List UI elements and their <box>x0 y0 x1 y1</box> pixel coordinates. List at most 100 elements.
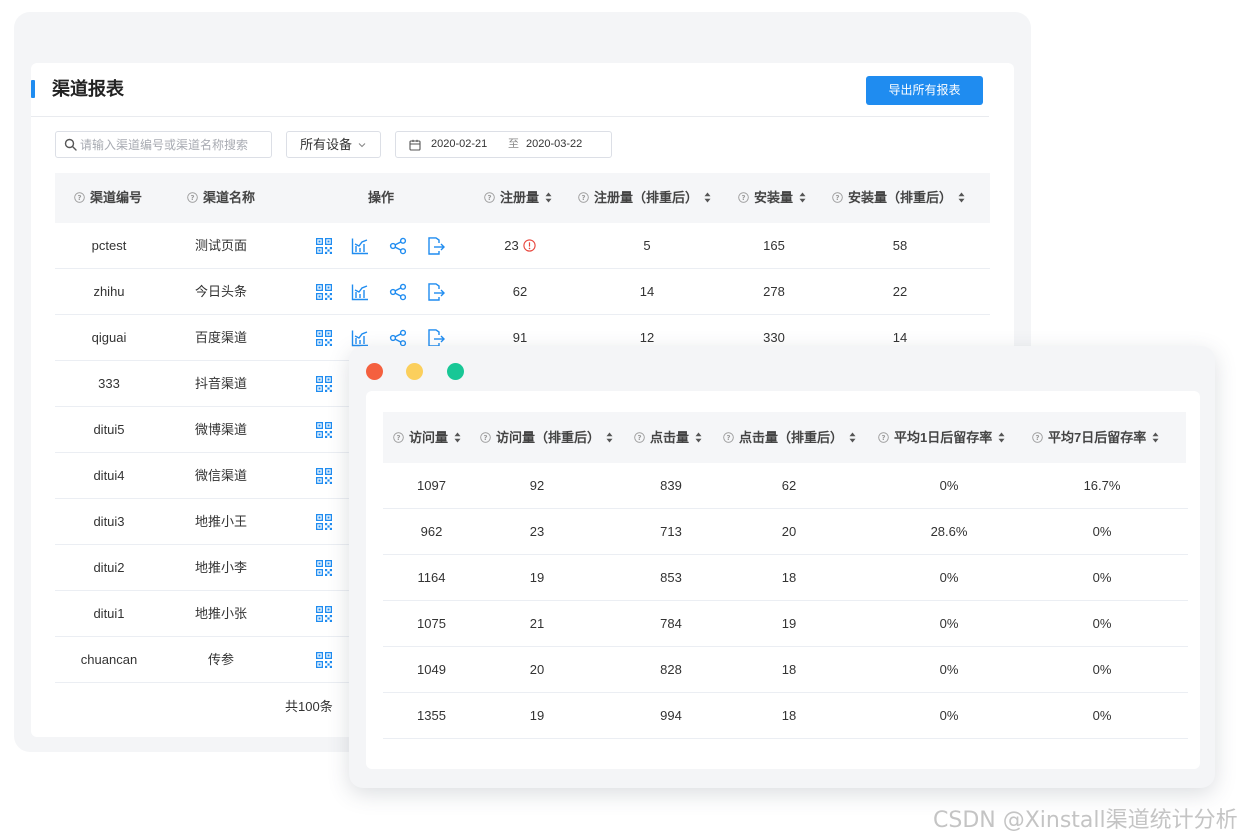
export-icon[interactable] <box>427 283 445 301</box>
help-icon: ? <box>393 432 404 443</box>
channel-name-cell: 微博渠道 <box>194 422 247 437</box>
channel-name-cell: 微信渠道 <box>194 468 247 483</box>
retention-1d-cell: 0% <box>939 662 959 677</box>
svg-text:?: ? <box>881 434 885 442</box>
window-minimize-dot[interactable] <box>406 363 423 380</box>
channel-name-cell: 地推小王 <box>194 514 247 529</box>
device-select[interactable]: 所有设备 <box>286 131 381 158</box>
qrcode-icon[interactable] <box>315 421 333 439</box>
svg-text:?: ? <box>190 194 194 202</box>
retention-7d-cell: 0% <box>1092 524 1112 539</box>
watermark: CSDN @Xinstall渠道统计分析 <box>933 808 1238 833</box>
visits-cell: 962 <box>420 524 443 539</box>
col-header-retention-1d[interactable]: ? 平均1日后留存率 <box>878 412 1005 463</box>
sort-icon[interactable] <box>998 432 1005 443</box>
sort-icon[interactable] <box>958 192 965 203</box>
window-maximize-dot[interactable] <box>447 363 464 380</box>
register-dedup-cell: 14 <box>639 284 655 299</box>
visits-dedup-cell: 19 <box>529 570 545 585</box>
col-header-code[interactable]: ? 渠道编号 <box>74 173 142 223</box>
visits-cell: 1097 <box>417 478 446 493</box>
chart-icon[interactable] <box>351 237 369 255</box>
svg-text:?: ? <box>581 194 585 202</box>
col-header-install-dedup[interactable]: ? 安装量（排重后） <box>832 173 965 223</box>
export-icon[interactable] <box>427 329 445 347</box>
sort-icon[interactable] <box>1152 432 1159 443</box>
channel-table-header: ? 渠道编号 ? 渠道名称 操作 ? 注册量 ? 注册量（排重后） ? 安装量 ? 安装量（… <box>55 173 990 223</box>
channel-code-cell: ditui5 <box>93 422 125 437</box>
table-row: 1164 19 853 18 0% 0% <box>383 555 1188 601</box>
sort-icon[interactable] <box>704 192 711 203</box>
table-row: zhihu 今日头条 62 14 278 22 <box>55 269 990 315</box>
window-close-dot[interactable] <box>366 363 383 380</box>
col-header-name[interactable]: ? 渠道名称 <box>187 173 255 223</box>
col-header-clicks[interactable]: ? 点击量 <box>634 412 702 463</box>
title-accent-bar <box>31 80 35 98</box>
svg-text:?: ? <box>1035 434 1039 442</box>
channel-name-cell: 地推小李 <box>194 560 247 575</box>
date-range-picker[interactable]: 2020-02-21 至 2020-03-22 <box>395 131 612 158</box>
share-icon[interactable] <box>389 283 407 301</box>
warning-icon <box>523 239 536 252</box>
help-icon: ? <box>480 432 491 443</box>
col-header-visits-dedup[interactable]: ? 访问量（排重后） <box>480 412 613 463</box>
visits-dedup-cell: 20 <box>529 662 545 677</box>
visits-cell: 1075 <box>417 616 446 631</box>
calendar-icon <box>409 139 421 151</box>
chart-icon[interactable] <box>351 283 369 301</box>
help-icon: ? <box>74 192 85 203</box>
col-header-visits[interactable]: ? 访问量 <box>393 412 461 463</box>
retention-1d-cell: 0% <box>939 708 959 723</box>
share-icon[interactable] <box>389 237 407 255</box>
col-header-reg-dedup[interactable]: ? 注册量（排重后） <box>578 173 711 223</box>
share-icon[interactable] <box>389 329 407 347</box>
qrcode-icon[interactable] <box>315 283 333 301</box>
help-icon: ? <box>723 432 734 443</box>
visits-cell: 1355 <box>417 708 446 723</box>
channel-code-cell: zhihu <box>93 284 125 299</box>
sort-icon[interactable] <box>695 432 702 443</box>
search-input[interactable] <box>80 135 268 154</box>
clicks-cell: 784 <box>660 616 682 631</box>
qrcode-icon[interactable] <box>315 559 333 577</box>
sort-icon[interactable] <box>849 432 856 443</box>
sort-icon[interactable] <box>606 432 613 443</box>
visits-cell: 1164 <box>417 570 446 585</box>
table-row: 1355 19 994 18 0% 0% <box>383 693 1188 739</box>
help-icon: ? <box>484 192 495 203</box>
col-header-install[interactable]: ? 安装量 <box>738 173 806 223</box>
sort-icon[interactable] <box>545 192 552 203</box>
visits-dedup-cell: 23 <box>529 524 545 539</box>
sort-icon[interactable] <box>799 192 806 203</box>
col-header-retention-7d[interactable]: ? 平均7日后留存率 <box>1032 412 1159 463</box>
qrcode-icon[interactable] <box>315 513 333 531</box>
clicks-cell: 839 <box>660 478 682 493</box>
retention-7d-cell: 0% <box>1092 708 1112 723</box>
search-field[interactable] <box>55 131 272 158</box>
export-all-reports-button[interactable]: 导出所有报表 <box>866 76 983 105</box>
export-icon[interactable] <box>427 237 445 255</box>
table-row: 1075 21 784 19 0% 0% <box>383 601 1188 647</box>
clicks-dedup-cell: 19 <box>781 616 797 631</box>
qrcode-icon[interactable] <box>315 605 333 623</box>
retention-1d-cell: 0% <box>939 616 959 631</box>
help-icon: ? <box>1032 432 1043 443</box>
col-header-reg[interactable]: ? 注册量 <box>484 173 552 223</box>
svg-text:?: ? <box>483 434 487 442</box>
clicks-dedup-cell: 18 <box>781 708 797 723</box>
qrcode-icon[interactable] <box>315 329 333 347</box>
register-count-cell: 23 <box>480 223 560 269</box>
visits-dedup-cell: 19 <box>529 708 545 723</box>
qrcode-icon[interactable] <box>315 375 333 393</box>
chart-icon[interactable] <box>351 329 369 347</box>
col-header-clicks-dedup[interactable]: ? 点击量（排重后） <box>723 412 856 463</box>
qrcode-icon[interactable] <box>315 651 333 669</box>
qrcode-icon[interactable] <box>315 237 333 255</box>
register-dedup-cell: 5 <box>643 238 651 253</box>
qrcode-icon[interactable] <box>315 467 333 485</box>
channel-code-cell: ditui1 <box>93 606 125 621</box>
help-icon: ? <box>634 432 645 443</box>
clicks-cell: 713 <box>660 524 682 539</box>
sort-icon[interactable] <box>454 432 461 443</box>
channel-code-cell: qiguai <box>91 330 127 345</box>
